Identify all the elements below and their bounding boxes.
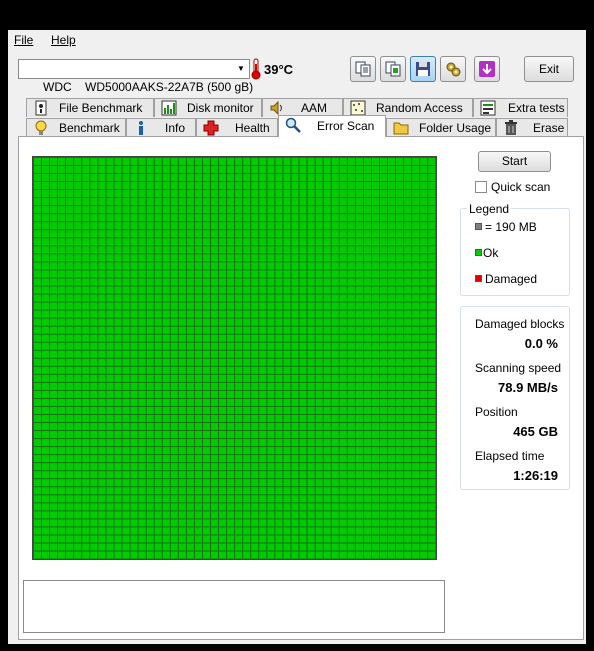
tab-info[interactable]: Info [126,118,196,137]
tab-erase[interactable]: Erase [496,118,568,137]
download-icon [479,61,495,77]
menu-help-label: Help [51,33,76,47]
thermometer-icon [251,58,261,80]
position-label: Position [475,405,518,419]
scan-block-map [32,156,437,560]
save-icon [416,62,430,76]
tab-disk-monitor[interactable]: Disk monitor [154,98,262,117]
drive-model: WD5000AAKS-22A7B (500 gB) [85,80,254,94]
health-cross-icon [203,120,219,136]
tab-file-benchmark[interactable]: File Benchmark [26,98,154,117]
ok-text: Ok [483,246,499,260]
extra-tests-icon [480,100,496,116]
start-button[interactable]: Start [478,151,551,172]
quick-scan-checkbox[interactable] [475,181,487,193]
damaged-swatch [475,275,482,282]
lightbulb-icon [35,120,47,135]
options-button[interactable] [440,56,466,82]
elapsed-time-label: Elapsed time [475,449,545,463]
drive-select[interactable]: WDC WD5000AAKS-22A7B (500 gB) ▼ [18,59,253,94]
copy-screenshot-button[interactable] [380,56,406,82]
tab-label: Extra tests [508,101,565,115]
tab-label: Erase [533,121,565,135]
tab-benchmark[interactable]: Benchmark [26,118,126,137]
menu-file-label: File [14,33,34,47]
tab-label: Info [165,121,186,135]
tab-label: Random Access [376,101,463,115]
scanning-speed-label: Scanning speed [475,361,562,375]
exit-button[interactable]: Exit [524,56,574,82]
options-icon [446,62,461,77]
tab-label: Error Scan [317,119,375,133]
chevron-down-icon[interactable]: ▼ [233,60,249,78]
toolbar: WDC WD5000AAKS-22A7B (500 gB) ▼ 39°C Exi… [8,50,586,94]
random-access-icon [350,100,366,116]
tab-label: Folder Usage [419,121,492,135]
tab-extra-tests[interactable]: Extra tests [473,98,568,117]
file-benchmark-icon [35,100,47,116]
menu-file[interactable]: File [14,33,33,47]
tab-label: File Benchmark [59,101,143,115]
scanning-speed-value: 78.9 MB/s [498,380,558,395]
app-window: File Help WDC WD5000AAKS-22A7B (500 gB) … [8,30,586,644]
tab-label: Benchmark [59,121,120,135]
magnifier-icon [285,117,301,133]
tab-folder-usage[interactable]: Folder Usage [386,118,496,137]
temperature-readout: 39°C [264,62,294,77]
tab-health[interactable]: Health [196,118,278,137]
tab-label: Disk monitor [187,101,254,115]
speaker-icon [270,100,282,116]
position-value: 465 GB [513,424,558,439]
tab-label: Health [235,121,270,135]
block-size-text: = 190 MB [485,220,537,234]
tab-error-scan[interactable]: Error Scan [278,115,386,137]
menu-bar: File Help [8,30,586,50]
download-button[interactable] [474,56,500,82]
disk-monitor-icon [161,100,177,116]
quick-scan-label: Quick scan [491,180,551,194]
copy-screenshot-icon [385,61,401,77]
damaged-text: Damaged [485,272,538,286]
damaged-blocks-value: 0.0 % [524,336,558,351]
drive-vendor: WDC [43,80,72,94]
scan-log-box[interactable] [23,580,445,633]
info-icon [139,121,143,135]
trash-icon [505,120,517,135]
legend-title: Legend [467,202,512,216]
elapsed-time-value: 1:26:19 [513,468,558,483]
damaged-blocks-label: Damaged blocks [475,317,565,331]
block-size-swatch [475,223,482,230]
copy-text-button[interactable] [350,56,376,82]
ok-swatch [475,249,482,256]
save-button[interactable] [410,56,436,82]
menu-help[interactable]: Help [51,33,76,47]
copy-text-icon [355,61,371,77]
folder-icon [393,122,409,135]
